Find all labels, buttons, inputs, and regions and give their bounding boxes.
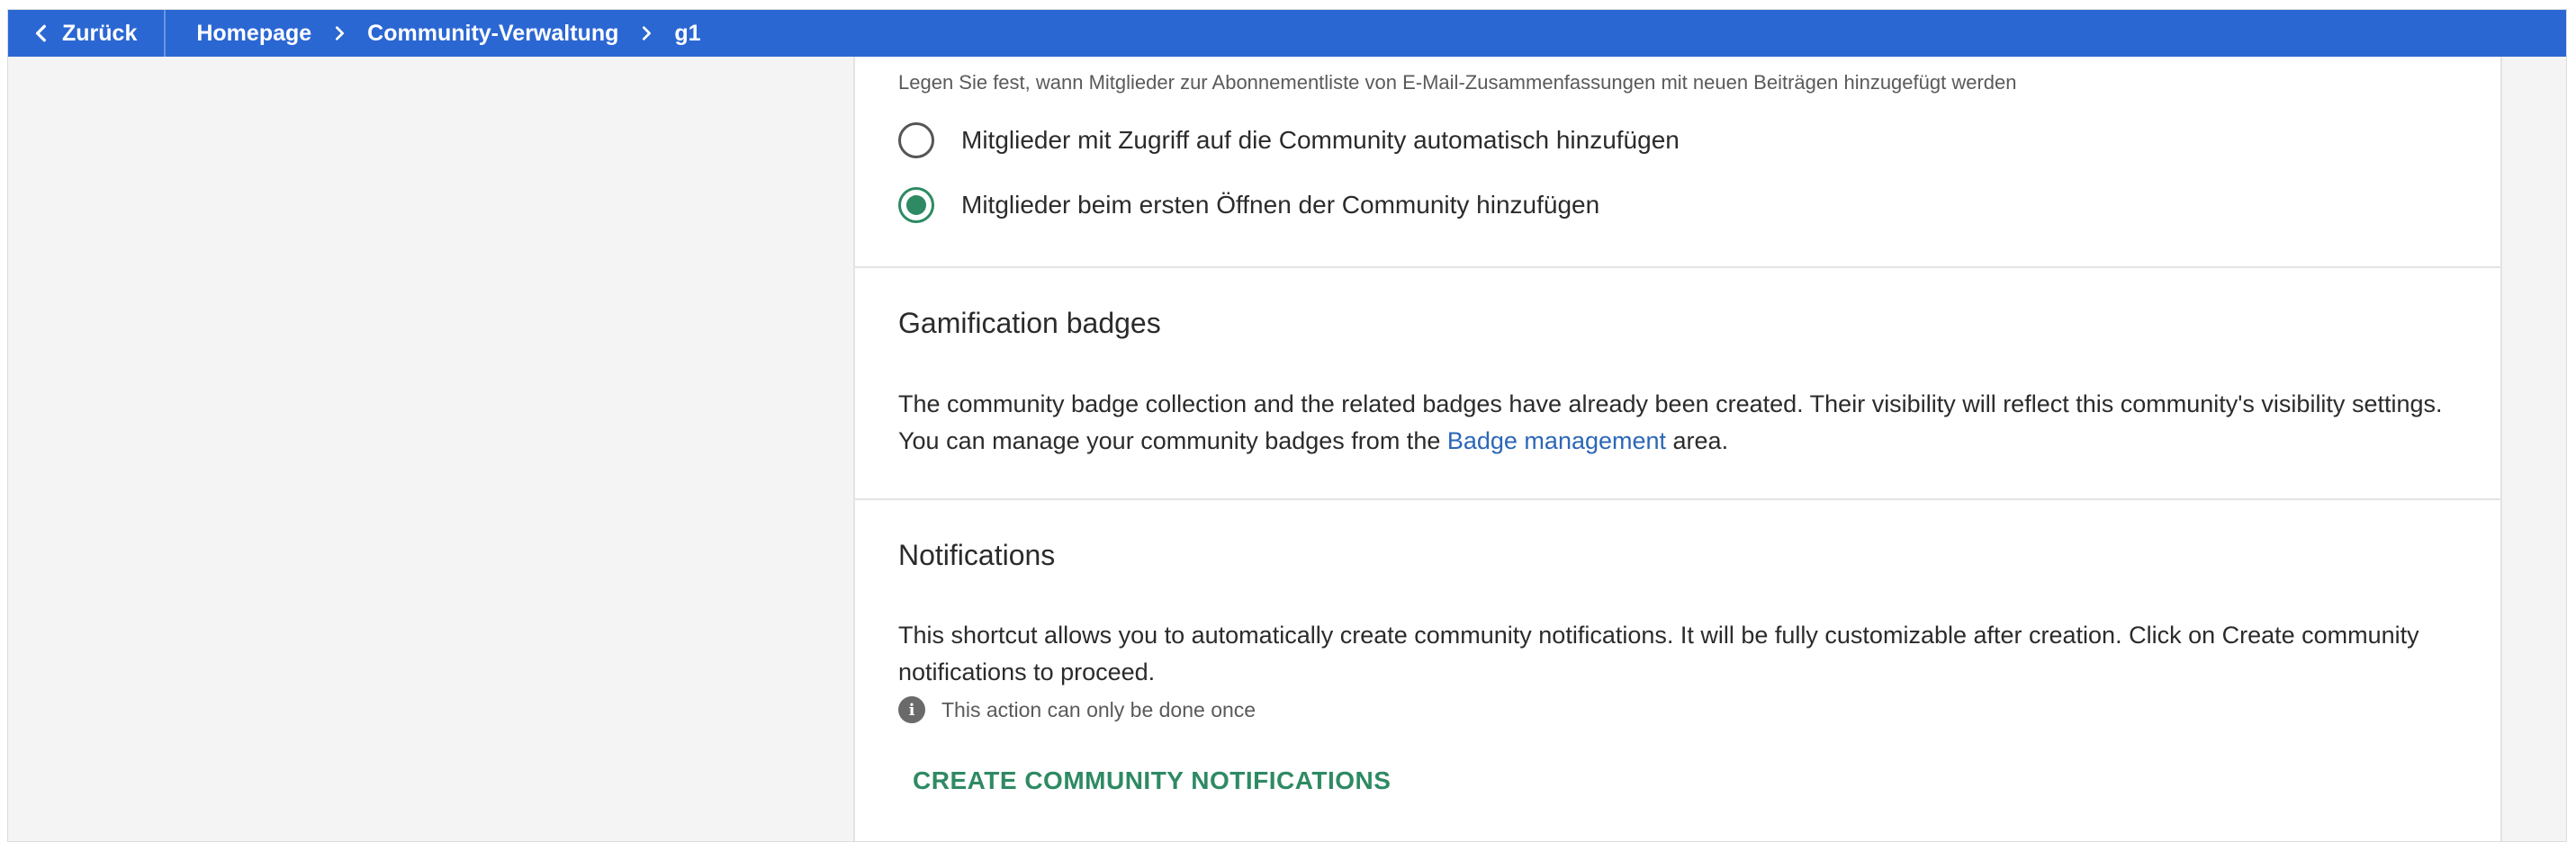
back-button[interactable]: Zurück [8, 10, 167, 57]
radio-option-label: Mitglieder beim ersten Öffnen der Commun… [961, 191, 1600, 219]
radio-option-label: Mitglieder mit Zugriff auf die Community… [961, 126, 1680, 154]
subscription-hint: Legen Sie fest, wann Mitglieder zur Abon… [898, 71, 2017, 94]
settings-card: Legen Sie fest, wann Mitglieder zur Abon… [853, 57, 2502, 841]
app-window: Zurück Homepage Community-Verwaltung g1 … [7, 9, 2567, 842]
create-community-notifications-button[interactable]: CREATE COMMUNITY NOTIFICATIONS [913, 766, 1391, 795]
gamification-title: Gamification badges [898, 307, 1161, 339]
notifications-title: Notifications [898, 539, 1056, 571]
top-navigation-bar: Zurück Homepage Community-Verwaltung g1 [8, 10, 2566, 57]
section-divider [855, 498, 2500, 500]
info-note: i This action can only be done once [898, 696, 1256, 723]
info-icon: i [898, 696, 925, 723]
info-note-text: This action can only be done once [941, 697, 1256, 721]
notifications-description: This shortcut allows you to automaticall… [898, 622, 2419, 685]
back-button-label: Zurück [62, 20, 138, 46]
radio-button-checked[interactable] [898, 187, 934, 223]
page: Zurück Homepage Community-Verwaltung g1 … [0, 0, 2576, 851]
breadcrumb-current: g1 [674, 20, 701, 46]
radio-button-unchecked[interactable] [898, 122, 934, 158]
badge-management-link[interactable]: Badge management [1447, 427, 1666, 454]
breadcrumb-community-management[interactable]: Community-Verwaltung [367, 21, 618, 47]
chevron-right-icon [643, 26, 652, 40]
chevron-right-icon [336, 26, 345, 40]
chevron-left-icon [35, 24, 46, 42]
gamification-description: The community badge collection and the r… [898, 386, 2446, 460]
section-divider [855, 266, 2500, 268]
gamification-text-after: area. [1666, 427, 1729, 454]
breadcrumb: Homepage Community-Verwaltung g1 [166, 21, 700, 47]
breadcrumb-homepage[interactable]: Homepage [196, 21, 311, 47]
radio-option-first-open[interactable]: Mitglieder beim ersten Öffnen der Commun… [898, 187, 1599, 223]
radio-option-auto-add[interactable]: Mitglieder mit Zugriff auf die Community… [898, 122, 1680, 158]
